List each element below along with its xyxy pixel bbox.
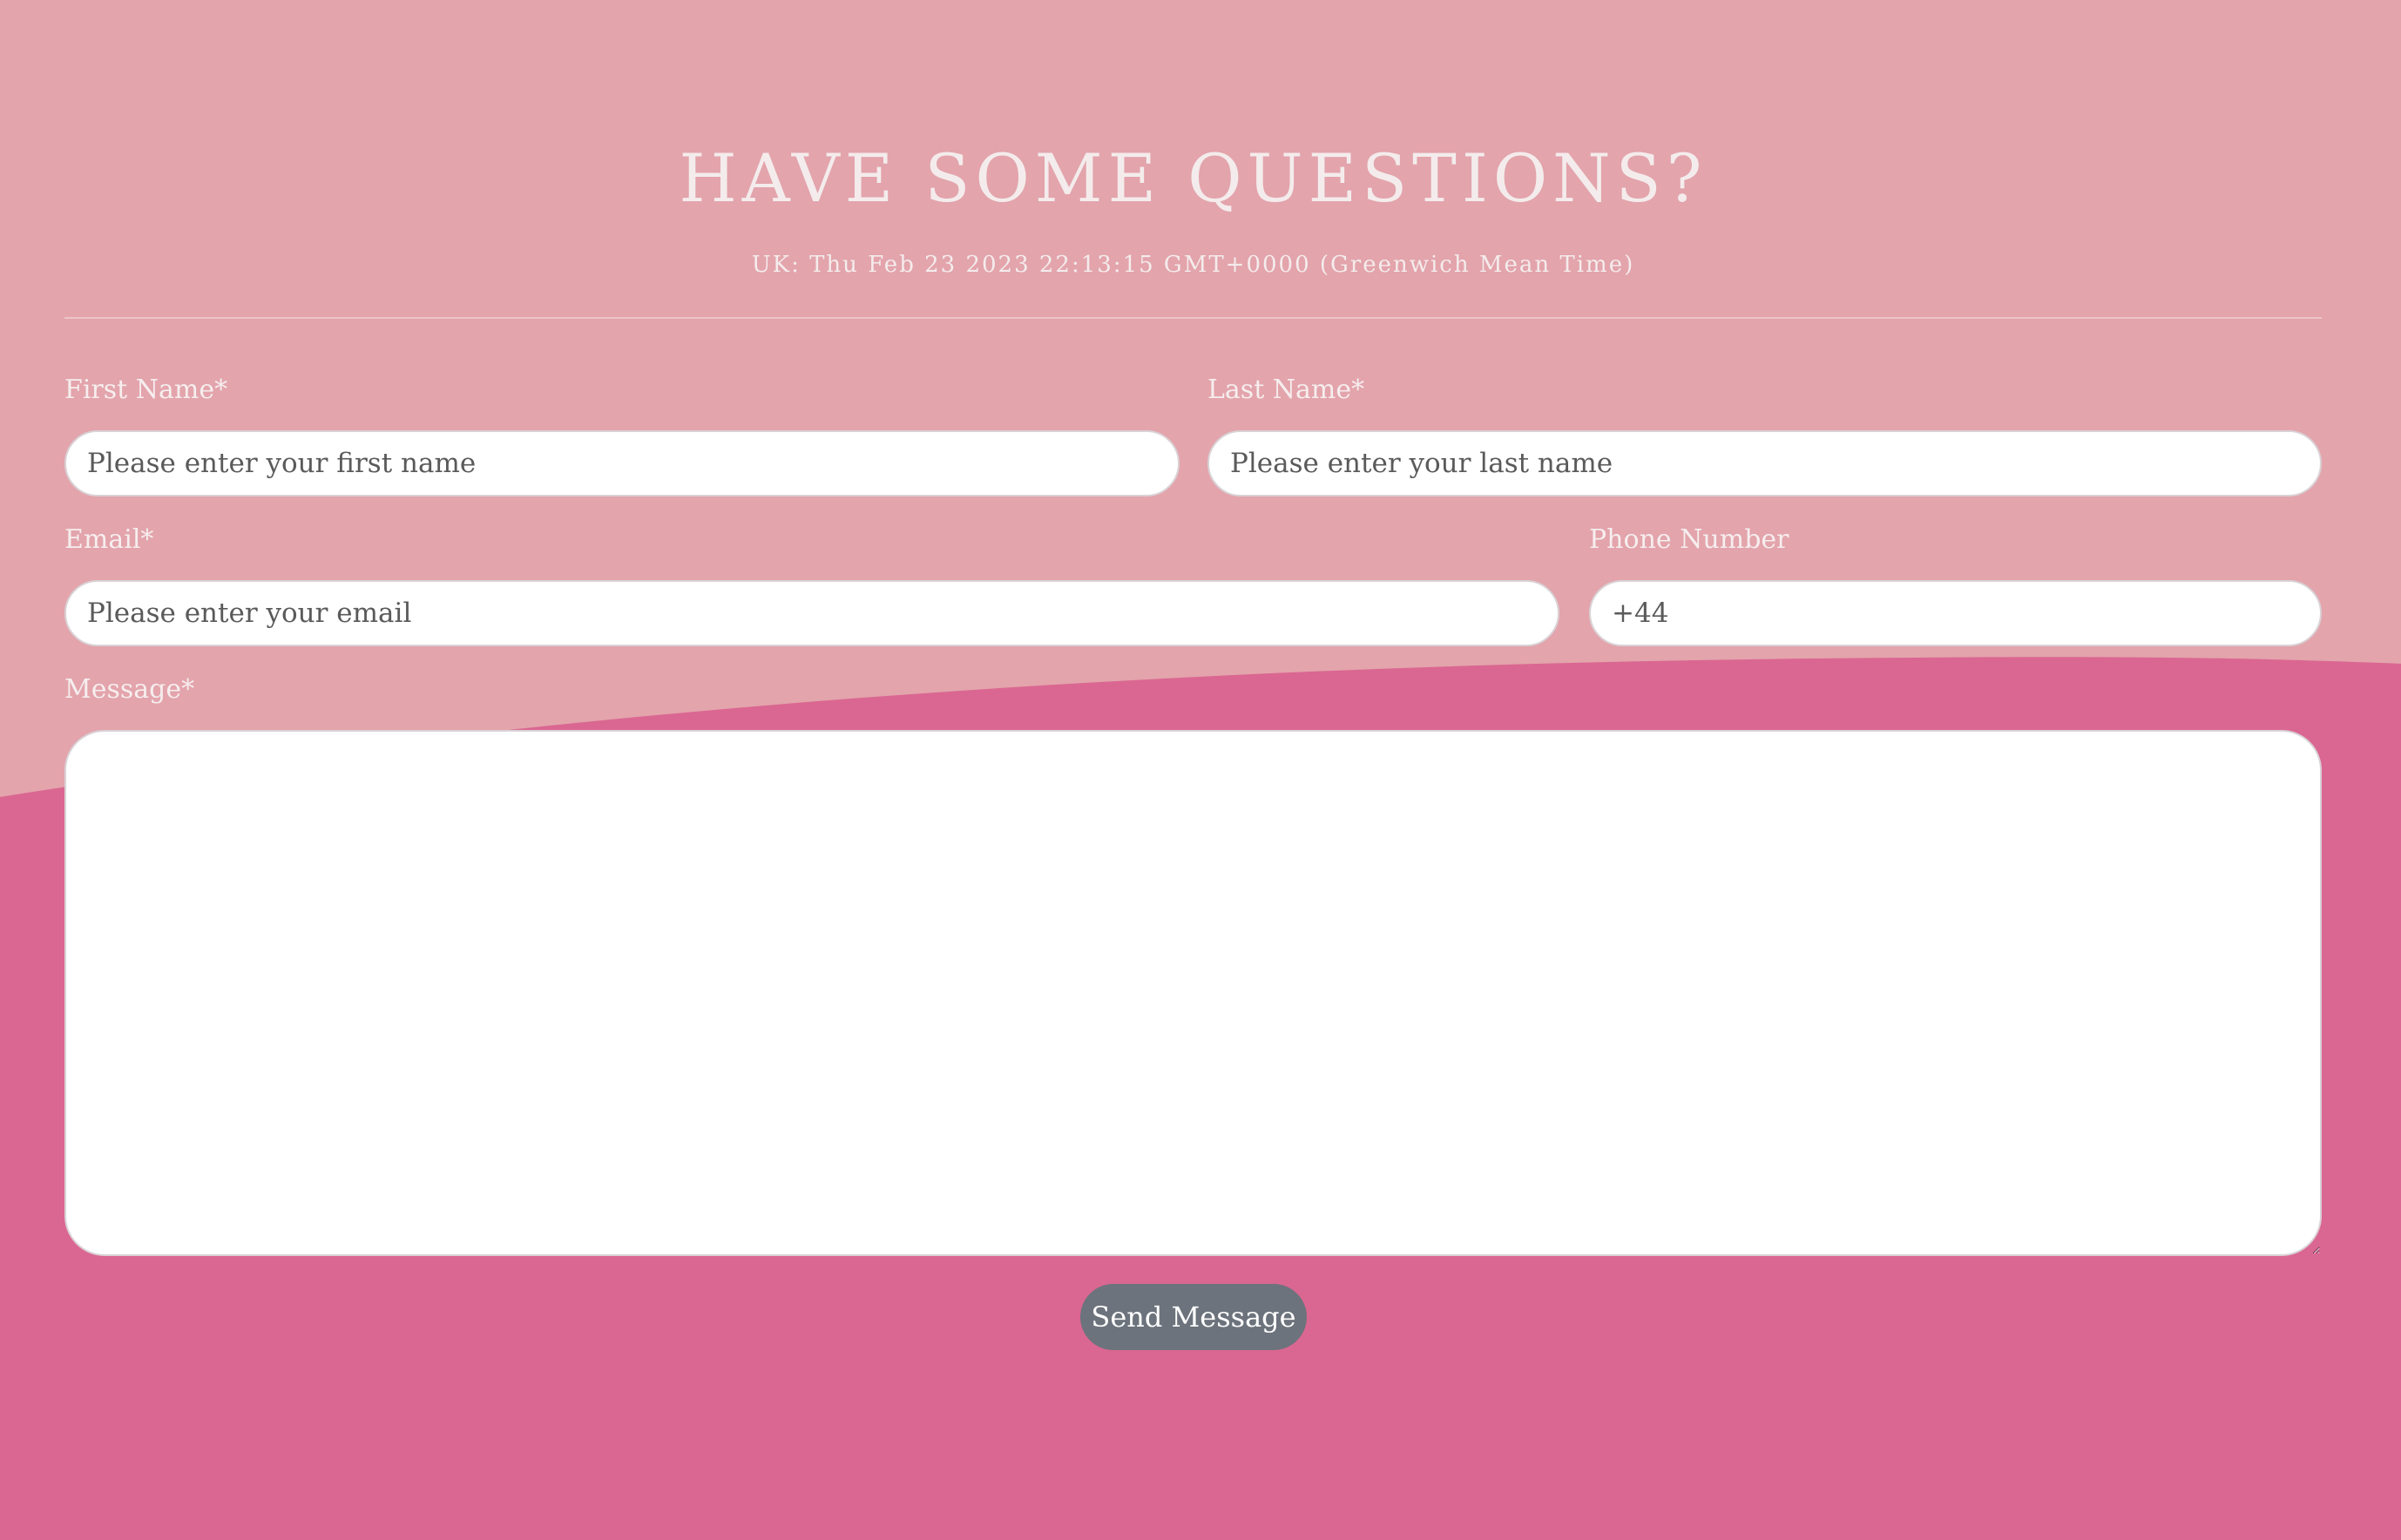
message-textarea[interactable] xyxy=(64,730,2322,1256)
phone-label: Phone Number xyxy=(1589,524,1789,555)
uk-datetime: UK: Thu Feb 23 2023 22:13:15 GMT+0000 (G… xyxy=(751,252,1635,278)
email-label: Email* xyxy=(64,524,154,555)
phone-input[interactable] xyxy=(1589,580,2322,646)
email-input[interactable] xyxy=(64,580,1559,646)
page-title: HAVE SOME QUESTIONS? xyxy=(679,139,1708,217)
first-name-label: First Name* xyxy=(64,375,228,405)
last-name-input[interactable] xyxy=(1207,430,2322,496)
message-label: Message* xyxy=(64,674,195,705)
first-name-input[interactable] xyxy=(64,430,1180,496)
send-message-button[interactable]: Send Message xyxy=(1080,1284,1307,1350)
last-name-label: Last Name* xyxy=(1207,375,1365,405)
divider xyxy=(64,317,2322,319)
